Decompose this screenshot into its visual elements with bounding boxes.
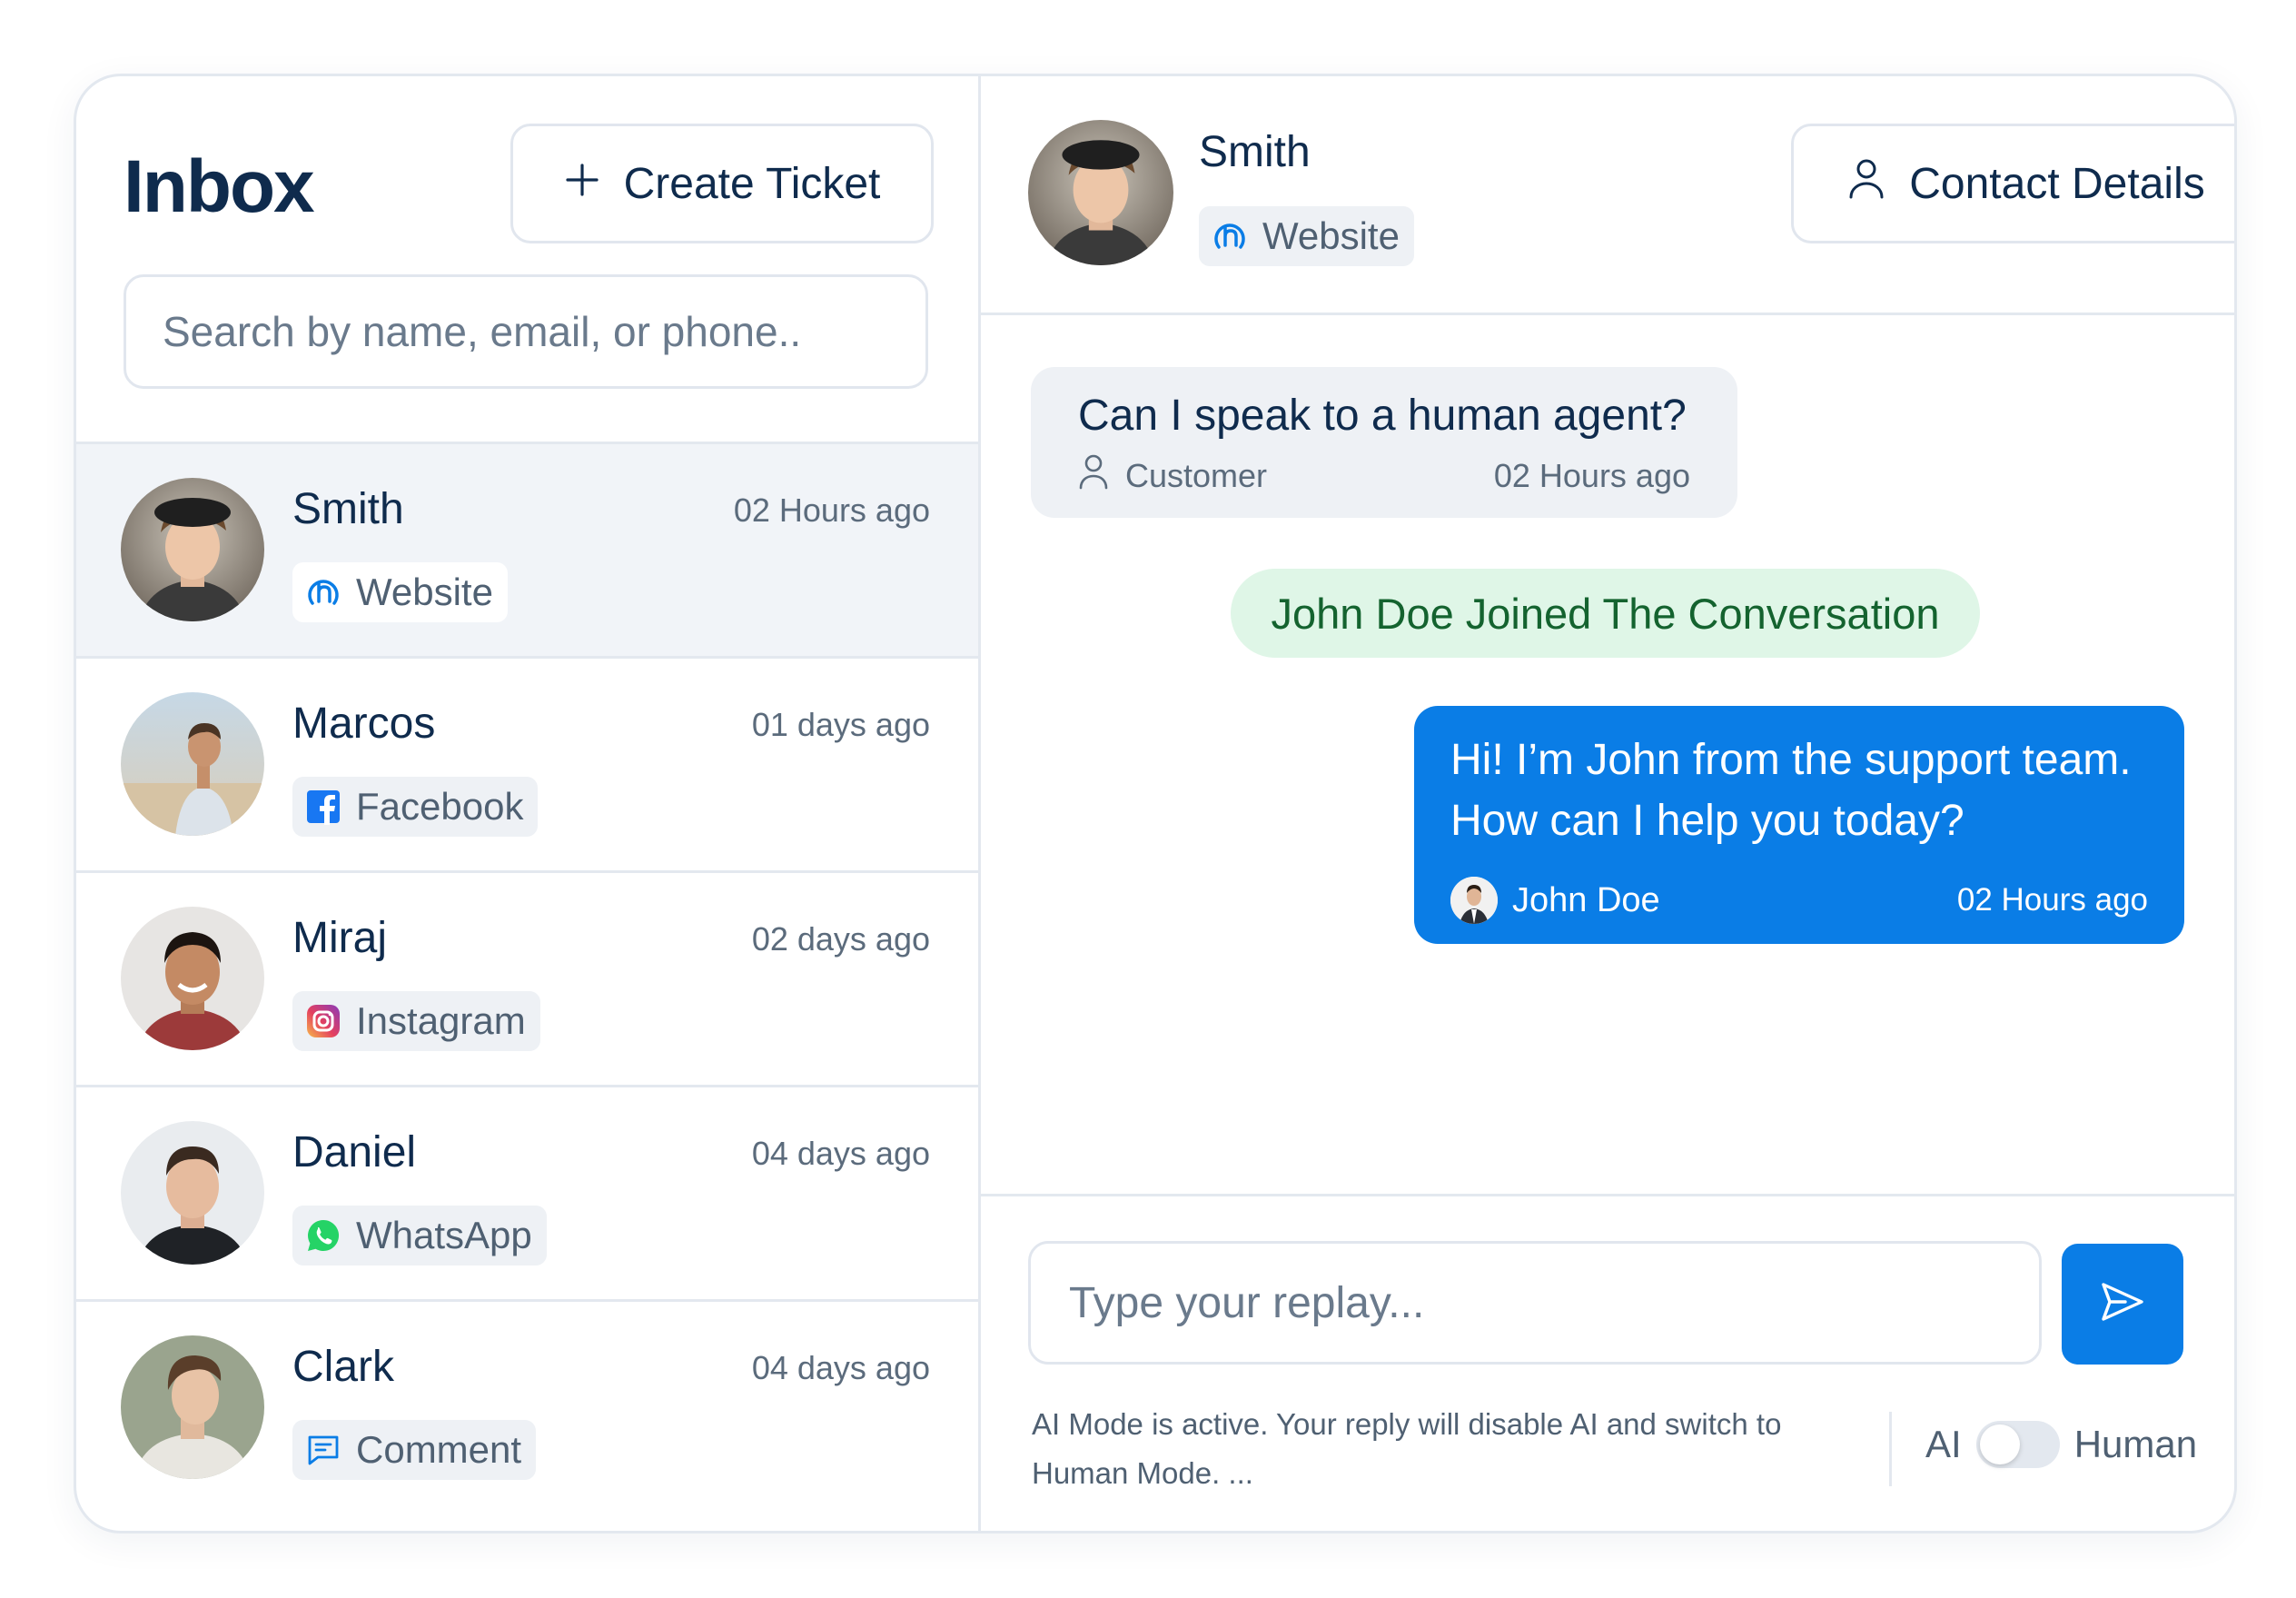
user-icon [1847,157,1885,210]
toggle-label-human: Human [2073,1423,2198,1465]
plus-icon [564,159,600,209]
channel-label: Instagram [356,999,526,1042]
message-meta: John Doe 02 Hours ago [1450,877,2148,924]
author-label: Customer [1125,456,1268,494]
comment-icon [303,1430,343,1470]
agent-avatar [1450,877,1498,924]
channel-badge: Website [1199,206,1414,266]
channel-label: Website [1262,214,1400,257]
incoming-message: Can I speak to a human agent? Customer 0… [1031,367,1737,518]
channel-badge: Facebook [292,777,539,837]
create-ticket-button[interactable]: Create Ticket [510,124,934,243]
channel-label: Facebook [356,785,524,828]
ai-mode-note: AI Mode is active. Your reply will disab… [1032,1400,1849,1498]
avatar [121,1121,264,1265]
timestamp: 01 days ago [751,706,930,743]
search-input[interactable] [161,306,925,357]
conversation-item-marcos[interactable]: Marcos 01 days ago Facebook [76,656,978,870]
reply-input[interactable] [1067,1276,2039,1329]
message-line: How can I help you today? [1450,797,1964,845]
conversation-item-smith[interactable]: Smith 02 Hours ago Website [76,442,978,656]
toggle-knob [1979,1424,2020,1464]
ai-note-line: AI Mode is active. Your reply will disab… [1032,1407,1782,1441]
toggle-label-ai: AI [1925,1423,1962,1465]
message-time: 02 Hours ago [1956,882,2148,918]
message-author: Customer [1078,453,1267,498]
conversation-list-pane: Inbox Create Ticket Search by name, emai… [76,76,981,1531]
send-icon [2098,1277,2147,1331]
contact-name: Smith [292,485,404,533]
avatar [121,692,264,836]
outgoing-message: Hi! I’m John from the support team. How … [1414,706,2184,944]
message-text: Can I speak to a human agent? [1078,392,1687,440]
conversation-list: Smith 02 Hours ago Website Marcos 01 day… [76,442,978,1514]
conversation-item-daniel[interactable]: Daniel 04 days ago WhatsApp [76,1085,978,1299]
contact-name: Marcos [292,700,436,748]
contact-name: Daniel [292,1128,417,1176]
divider [1889,1412,1892,1486]
message-text: Hi! I’m John from the support team. How … [1450,730,2148,851]
inbox-app: Inbox Create Ticket Search by name, emai… [74,74,2237,1533]
page-title: Inbox [124,145,315,228]
website-icon [303,572,343,612]
system-event-pill: John Doe Joined The Conversation [1231,569,1980,658]
whatsapp-icon [303,1216,343,1256]
timestamp: 02 days ago [751,920,930,958]
channel-badge: Instagram [292,991,540,1051]
message-line: Hi! I’m John from the support team. [1450,736,2132,784]
instagram-icon [303,1001,343,1041]
timestamp: 04 days ago [751,1135,930,1172]
mode-toggle-group: AI Human [1925,1421,2197,1468]
contact-details-button[interactable]: Contact Details [1791,124,2234,243]
message-meta: Customer 02 Hours ago [1078,453,1690,498]
chat-pane: Smith Website Contact Details Can I spea… [981,76,2234,1531]
message-time: 02 Hours ago [1493,456,1690,494]
send-button[interactable] [2062,1244,2183,1365]
channel-badge: WhatsApp [292,1206,547,1265]
divider [981,313,2234,315]
avatar [121,907,264,1050]
contact-avatar [1028,120,1173,265]
contact-name: Clark [292,1343,395,1391]
contact-details-label: Contact Details [1909,159,2205,208]
channel-label: Website [356,571,493,613]
avatar [121,478,264,621]
author-label: John Doe [1512,880,1660,919]
conversation-item-miraj[interactable]: Miraj 02 days ago Instagram [76,870,978,1085]
conversation-item-clark[interactable]: Clark 04 days ago Comment [76,1299,978,1514]
facebook-icon [303,787,343,827]
search-field[interactable] [124,274,928,389]
avatar [121,1335,264,1479]
channel-label: Comment [356,1428,522,1471]
channel-label: WhatsApp [356,1214,532,1256]
contact-name: Miraj [292,914,387,962]
user-icon [1078,453,1109,498]
timestamp: 04 days ago [751,1349,930,1386]
ai-human-toggle[interactable] [1975,1421,2060,1468]
divider [981,1194,2234,1196]
channel-badge: Website [292,562,508,622]
website-icon [1210,216,1250,256]
timestamp: 02 Hours ago [733,491,930,529]
channel-badge: Comment [292,1420,537,1480]
ai-note-line: Human Mode. ... [1032,1456,1253,1490]
create-ticket-label: Create Ticket [623,159,881,208]
contact-name: Smith [1199,128,1311,176]
reply-field[interactable] [1028,1241,2042,1365]
